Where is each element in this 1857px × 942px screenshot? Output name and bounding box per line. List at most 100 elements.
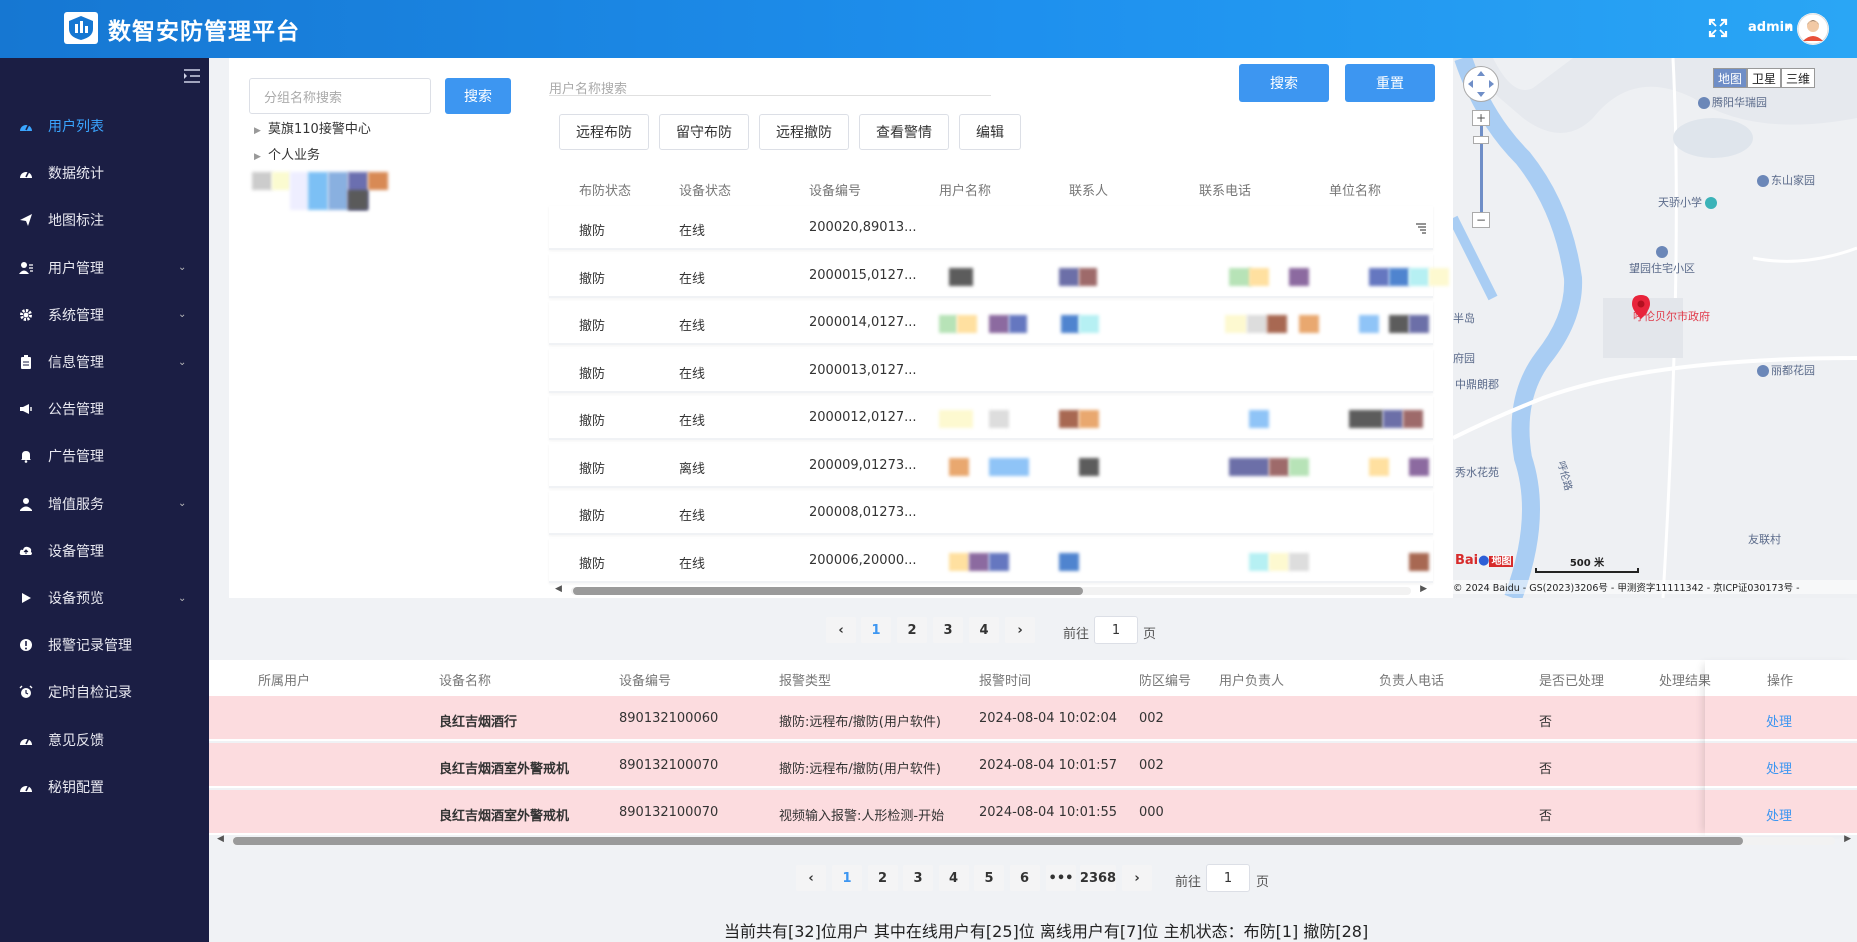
zoom-out-button[interactable]: −	[1472, 212, 1490, 228]
map-poi[interactable]: 腾阳华瑞园	[1698, 94, 1767, 110]
map-type-map[interactable]: 地图	[1713, 68, 1747, 88]
alarm-pager-page-3[interactable]: 3	[903, 865, 933, 891]
alarm-row[interactable]: 良红吉烟酒行 890132100060 撤防:远程布/撤防(用户软件) 2024-08…	[209, 696, 1857, 741]
zoom-in-button[interactable]: +	[1472, 110, 1490, 126]
alarm-pager-page-1[interactable]: 1	[832, 865, 862, 891]
col-device-name: 设备名称	[439, 674, 492, 689]
remote-disarm-button[interactable]: 远程撤防	[759, 114, 849, 150]
map-poi[interactable]: 东山家园	[1757, 172, 1815, 188]
alarm-pager-ellipsis[interactable]: •••	[1046, 865, 1076, 891]
sidebar-item-15[interactable]: 秘钥配置	[0, 767, 209, 807]
col-arm-status: 布防状态	[579, 184, 632, 199]
redacted-cell	[1409, 552, 1429, 571]
zoom-slider-handle[interactable]	[1473, 136, 1489, 144]
dashboard-icon	[18, 779, 34, 795]
alarm-pager-page-4[interactable]: 4	[938, 865, 969, 891]
table-row[interactable]: 撤防 在线 200006,20000...	[549, 538, 1433, 583]
avatar[interactable]	[1797, 13, 1829, 45]
map-poi[interactable]: 丽都花园	[1757, 362, 1815, 378]
play-icon	[18, 590, 34, 606]
table-row[interactable]: 撤防 在线 2000015,0127...	[549, 253, 1449, 298]
table-row[interactable]: 撤防 在线 200020,89013...	[549, 206, 1433, 250]
scroll-thumb[interactable]	[233, 837, 1743, 845]
view-alarm-button[interactable]: 查看警情	[859, 114, 949, 150]
sidebar-item-13[interactable]: 定时自检记录	[0, 672, 209, 712]
tree-node-2[interactable]: ▶ 个人业务	[254, 144, 320, 163]
user-stats-summary: 当前共有[32]位用户 其中在线用户有[25]位 离线用户有[7]位 主机状态：…	[724, 922, 1369, 941]
alarm-row[interactable]: 良红吉烟酒室外警戒机 890132100070 视频输入报警:人形检测-开始 2024…	[209, 790, 1857, 835]
map-copyright: © 2024 Baidu - GS(2023)3206号 - 甲测资字11111…	[1453, 580, 1857, 594]
group-search-input[interactable]: 分组名称搜索	[249, 78, 431, 114]
chevron-down-icon: ⌄	[178, 262, 187, 274]
search-button[interactable]: 搜索	[1239, 64, 1329, 102]
scroll-thumb[interactable]	[573, 587, 1083, 595]
redacted-cell	[1249, 267, 1269, 286]
alarm-pager-goto-input[interactable]: 1	[1206, 864, 1250, 892]
pager-page-1[interactable]: 1	[861, 617, 891, 643]
sidebar-item-1[interactable]: 用户列表	[0, 106, 209, 146]
table-row[interactable]: 撤防 离线 200009,01273...	[549, 443, 1433, 488]
tree-node-1[interactable]: ▶ 莫旗110接警中心	[254, 118, 371, 137]
sidebar-item-12[interactable]: 报警记录管理	[0, 625, 209, 665]
chevron-down-icon: ⌄	[178, 309, 187, 321]
sidebar-item-3[interactable]: 地图标注	[0, 200, 209, 240]
sidebar-item-6[interactable]: 信息管理 ⌄	[0, 342, 209, 382]
sidebar-item-4[interactable]: 用户管理 ⌄	[0, 248, 209, 288]
fullscreen-icon[interactable]	[1708, 18, 1728, 38]
pager-page-2[interactable]: 2	[897, 617, 927, 643]
alarm-pager-page-2[interactable]: 2	[867, 865, 898, 891]
device-table-scrollbar[interactable]: ◀ ▶	[553, 584, 1429, 596]
scroll-right-icon[interactable]: ▶	[1844, 834, 1851, 844]
alarm-pager-next-button[interactable]: ›	[1122, 865, 1152, 891]
filter-icon[interactable]	[1415, 222, 1427, 234]
alarm-row[interactable]: 良红吉烟酒室外警戒机 890132100070 撤防:远程布/撤防(用户软件) 202…	[209, 743, 1857, 788]
sidebar-item-7[interactable]: 公告管理	[0, 389, 209, 429]
alarm-table-scrollbar[interactable]: ◀ ▶	[213, 834, 1853, 846]
scroll-right-icon[interactable]: ▶	[1420, 584, 1427, 594]
cell-time: 2024-08-04 10:01:55	[979, 805, 1118, 820]
sidebar-item-10[interactable]: 设备管理	[0, 531, 209, 571]
reset-button[interactable]: 重置	[1345, 64, 1435, 102]
sidebar-item-9[interactable]: 增值服务 ⌄	[0, 484, 209, 524]
alarm-pager-page-6[interactable]: 6	[1009, 865, 1040, 891]
chevron-down-icon[interactable]: ▾	[1786, 22, 1791, 33]
alarm-pager-prev-button[interactable]: ‹	[796, 865, 826, 891]
cell-status: 在线	[679, 366, 706, 382]
alarm-pager-page-5[interactable]: 5	[974, 865, 1004, 891]
cell-handled: 否	[1539, 809, 1553, 824]
group-search-button[interactable]: 搜索	[445, 78, 511, 114]
map-poi[interactable]: 望园住宅小区	[1629, 246, 1695, 276]
map-pan-control[interactable]	[1463, 66, 1499, 102]
cell-arm: 撤防	[579, 319, 606, 334]
sidebar-item-11[interactable]: 设备预览 ⌄	[0, 578, 209, 618]
map-type-3d[interactable]: 三维	[1781, 68, 1815, 88]
pager-page-3[interactable]: 3	[933, 617, 963, 643]
pager-prev-button[interactable]: ‹	[826, 617, 856, 643]
pager-page-4[interactable]: 4	[969, 617, 999, 643]
pager-goto-input[interactable]: 1	[1094, 616, 1138, 644]
scroll-left-icon[interactable]: ◀	[217, 834, 224, 844]
remote-arm-button[interactable]: 远程布防	[559, 114, 649, 150]
sidebar-item-8[interactable]: 广告管理	[0, 436, 209, 476]
user-search-input[interactable]: 用户名称搜索	[549, 76, 991, 97]
menu-collapse-icon[interactable]	[183, 68, 201, 84]
sidebar-item-label: 用户管理	[48, 260, 104, 277]
table-row[interactable]: 撤防 在线 200008,01273...	[549, 491, 1433, 535]
sidebar-item-2[interactable]: 数据统计	[0, 153, 209, 193]
redacted-cell	[1267, 315, 1287, 333]
map-type-satellite[interactable]: 卫星	[1747, 68, 1781, 88]
stay-arm-button[interactable]: 留守布防	[659, 114, 749, 150]
map-view[interactable]: + − 地图 卫星 三维 腾阳华瑞园 东山家园 天骄小学 望园住宅小区 呼伦贝尔…	[1453, 58, 1857, 598]
table-row[interactable]: 撤防 在线 2000014,0127...	[549, 301, 1433, 345]
alarm-pager-last-page[interactable]: 2368	[1080, 865, 1116, 891]
sidebar-item-5[interactable]: 系统管理 ⌄	[0, 295, 209, 335]
table-row[interactable]: 撤防 在线 2000013,0127...	[549, 348, 1433, 393]
sidebar-item-14[interactable]: 意见反馈	[0, 720, 209, 760]
edit-button[interactable]: 编辑	[959, 114, 1021, 150]
redacted-cell	[989, 457, 1029, 476]
scroll-left-icon[interactable]: ◀	[555, 584, 562, 594]
table-row[interactable]: 撤防 在线 2000012,0127...	[549, 396, 1433, 440]
pager-next-button[interactable]: ›	[1005, 617, 1035, 643]
map-marker-icon[interactable]	[1631, 294, 1651, 320]
map-poi[interactable]: 天骄小学	[1658, 194, 1719, 210]
